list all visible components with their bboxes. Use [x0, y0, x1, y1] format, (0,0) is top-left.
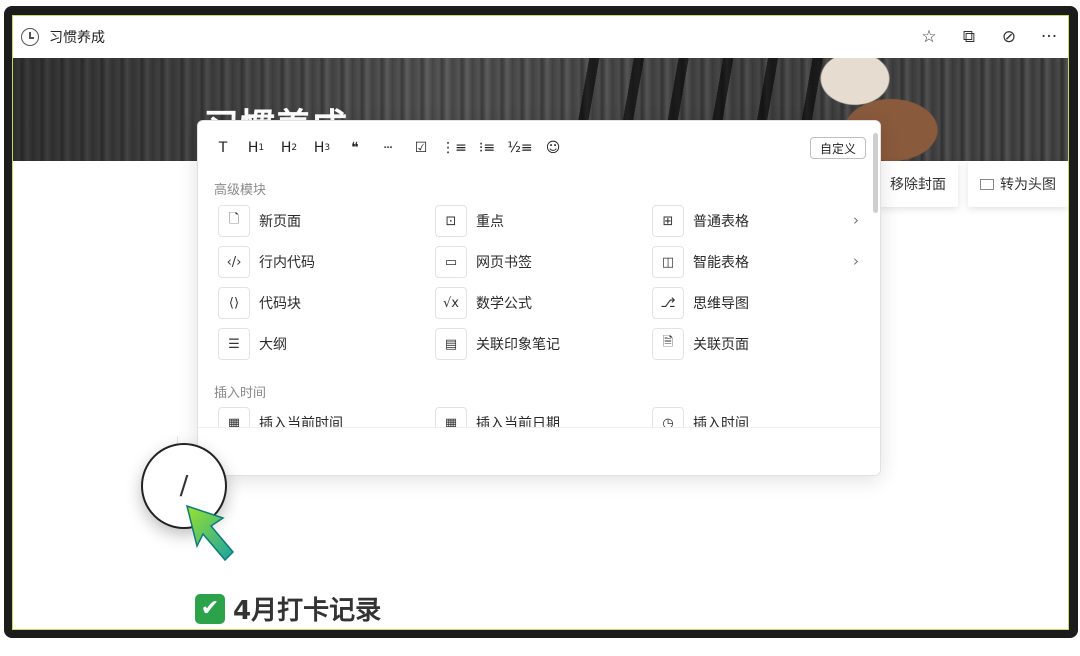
- remove-cover-button[interactable]: 移除封面: [878, 161, 958, 207]
- highlight-icon: ⊡: [435, 205, 467, 237]
- checkmark-icon: ✔: [195, 593, 225, 624]
- menu-item-label: 新页面: [259, 214, 301, 230]
- menu-item-label: 关联印象笔记: [476, 337, 560, 353]
- section-heading[interactable]: ✔ 4月打卡记录: [195, 590, 381, 627]
- heading2-icon[interactable]: H2: [276, 135, 302, 161]
- linked-note-icon: ▤: [435, 328, 467, 360]
- advanced-items-grid: 🗋 新页面 ⊡ 重点 ⊞ 普通表格 › ‹/› 行内代码 ▭ 网页书签 ◫ 智能…: [218, 205, 869, 360]
- more-icon[interactable]: ···: [1036, 24, 1062, 50]
- heading-text: 4月打卡记录: [233, 596, 382, 626]
- menu-item-label: 大纲: [259, 337, 287, 353]
- app-window: 习惯养成 ☆ ⧉ ⊘ ··· 习惯养成 移除封面 转为头图 T H1 H2 H3…: [12, 15, 1069, 630]
- title-bar: 习惯养成 ☆ ⧉ ⊘ ···: [13, 16, 1068, 58]
- menu-item-smart-table[interactable]: ◫ 智能表格 ›: [652, 246, 869, 278]
- outline-icon: ☰: [218, 328, 250, 360]
- menu-item-label: 重点: [476, 214, 504, 230]
- menu-item-table[interactable]: ⊞ 普通表格 ›: [652, 205, 869, 237]
- menu-item-label: 代码块: [259, 296, 301, 312]
- menu-item-label: 关联页面: [693, 337, 749, 353]
- chevron-right-icon: ›: [853, 211, 859, 229]
- linked-page-icon: 🗎: [652, 328, 684, 360]
- divider-icon[interactable]: ┄: [375, 135, 401, 161]
- cursor-arrow-icon: [185, 504, 235, 562]
- open-external-icon[interactable]: ⧉: [956, 24, 982, 50]
- menu-item-label: 思维导图: [693, 296, 749, 312]
- math-formula-icon: √x: [435, 287, 467, 319]
- checkbox-icon[interactable]: ☑: [408, 135, 434, 161]
- convert-to-header-button[interactable]: 转为头图: [968, 161, 1068, 207]
- slash-key-label: /: [179, 471, 189, 501]
- menu-item-math-formula[interactable]: √x 数学公式: [435, 287, 652, 319]
- menu-item-code-block[interactable]: ⟨⟩ 代码块: [218, 287, 435, 319]
- window-title: 习惯养成: [49, 30, 105, 46]
- menu-item-outline[interactable]: ☰ 大纲: [218, 328, 435, 360]
- menu-item-inline-code[interactable]: ‹/› 行内代码: [218, 246, 435, 278]
- table-icon: ⊞: [652, 205, 684, 237]
- menu-item-label: 智能表格: [693, 255, 749, 271]
- checklist-icon[interactable]: ⋮≡: [441, 135, 467, 161]
- slash-command-menu: T H1 H2 H3 ❝ ┄ ☑ ⋮≡ ⁝≡ ½≡ ☺ 自定义 高级模块 🗋 新…: [197, 120, 881, 476]
- customize-button[interactable]: 自定义: [809, 137, 866, 159]
- section-advanced-title: 高级模块: [214, 183, 267, 198]
- format-toolbar: T H1 H2 H3 ❝ ┄ ☑ ⋮≡ ⁝≡ ½≡ ☺: [210, 135, 573, 161]
- menu-scrollbar[interactable]: [873, 133, 878, 213]
- menu-item-label: 网页书签: [476, 255, 532, 271]
- menu-item-highlight[interactable]: ⊡ 重点: [435, 205, 652, 237]
- menu-item-new-page[interactable]: 🗋 新页面: [218, 205, 435, 237]
- menu-item-label: 行内代码: [259, 255, 315, 271]
- menu-footer-fade: [198, 427, 880, 475]
- compass-icon[interactable]: ⊘: [996, 24, 1022, 50]
- menu-item-linked-page[interactable]: 🗎 关联页面: [652, 328, 869, 360]
- image-icon: [980, 178, 994, 190]
- code-block-icon: ⟨⟩: [218, 287, 250, 319]
- clock-icon: [21, 28, 39, 46]
- emoji-icon[interactable]: ☺: [540, 135, 566, 161]
- menu-item-label: 数学公式: [476, 296, 532, 312]
- quote-icon[interactable]: ❝: [342, 135, 368, 161]
- cover-actions: 移除封面 转为头图: [878, 161, 1068, 207]
- section-insert-time-title: 插入时间: [214, 386, 267, 401]
- menu-item-linked-note[interactable]: ▤ 关联印象笔记: [435, 328, 652, 360]
- title-actions: ☆ ⧉ ⊘ ···: [916, 24, 1062, 50]
- bullet-list-icon[interactable]: ⁝≡: [474, 135, 500, 161]
- heading3-icon[interactable]: H3: [309, 135, 335, 161]
- inline-code-icon: ‹/›: [218, 246, 250, 278]
- chevron-right-icon: ›: [853, 252, 859, 270]
- new-page-icon: 🗋: [218, 205, 250, 237]
- menu-item-label: 普通表格: [693, 214, 749, 230]
- star-icon[interactable]: ☆: [916, 24, 942, 50]
- remove-cover-label: 移除封面: [890, 177, 946, 193]
- heading1-icon[interactable]: H1: [243, 135, 269, 161]
- convert-to-header-label: 转为头图: [1000, 177, 1056, 193]
- numbered-list-icon[interactable]: ½≡: [507, 135, 533, 161]
- menu-item-mindmap[interactable]: ⎇ 思维导图: [652, 287, 869, 319]
- mindmap-icon: ⎇: [652, 287, 684, 319]
- bookmark-icon: ▭: [435, 246, 467, 278]
- menu-item-bookmark[interactable]: ▭ 网页书签: [435, 246, 652, 278]
- text-format-icon[interactable]: T: [210, 135, 236, 161]
- smart-table-icon: ◫: [652, 246, 684, 278]
